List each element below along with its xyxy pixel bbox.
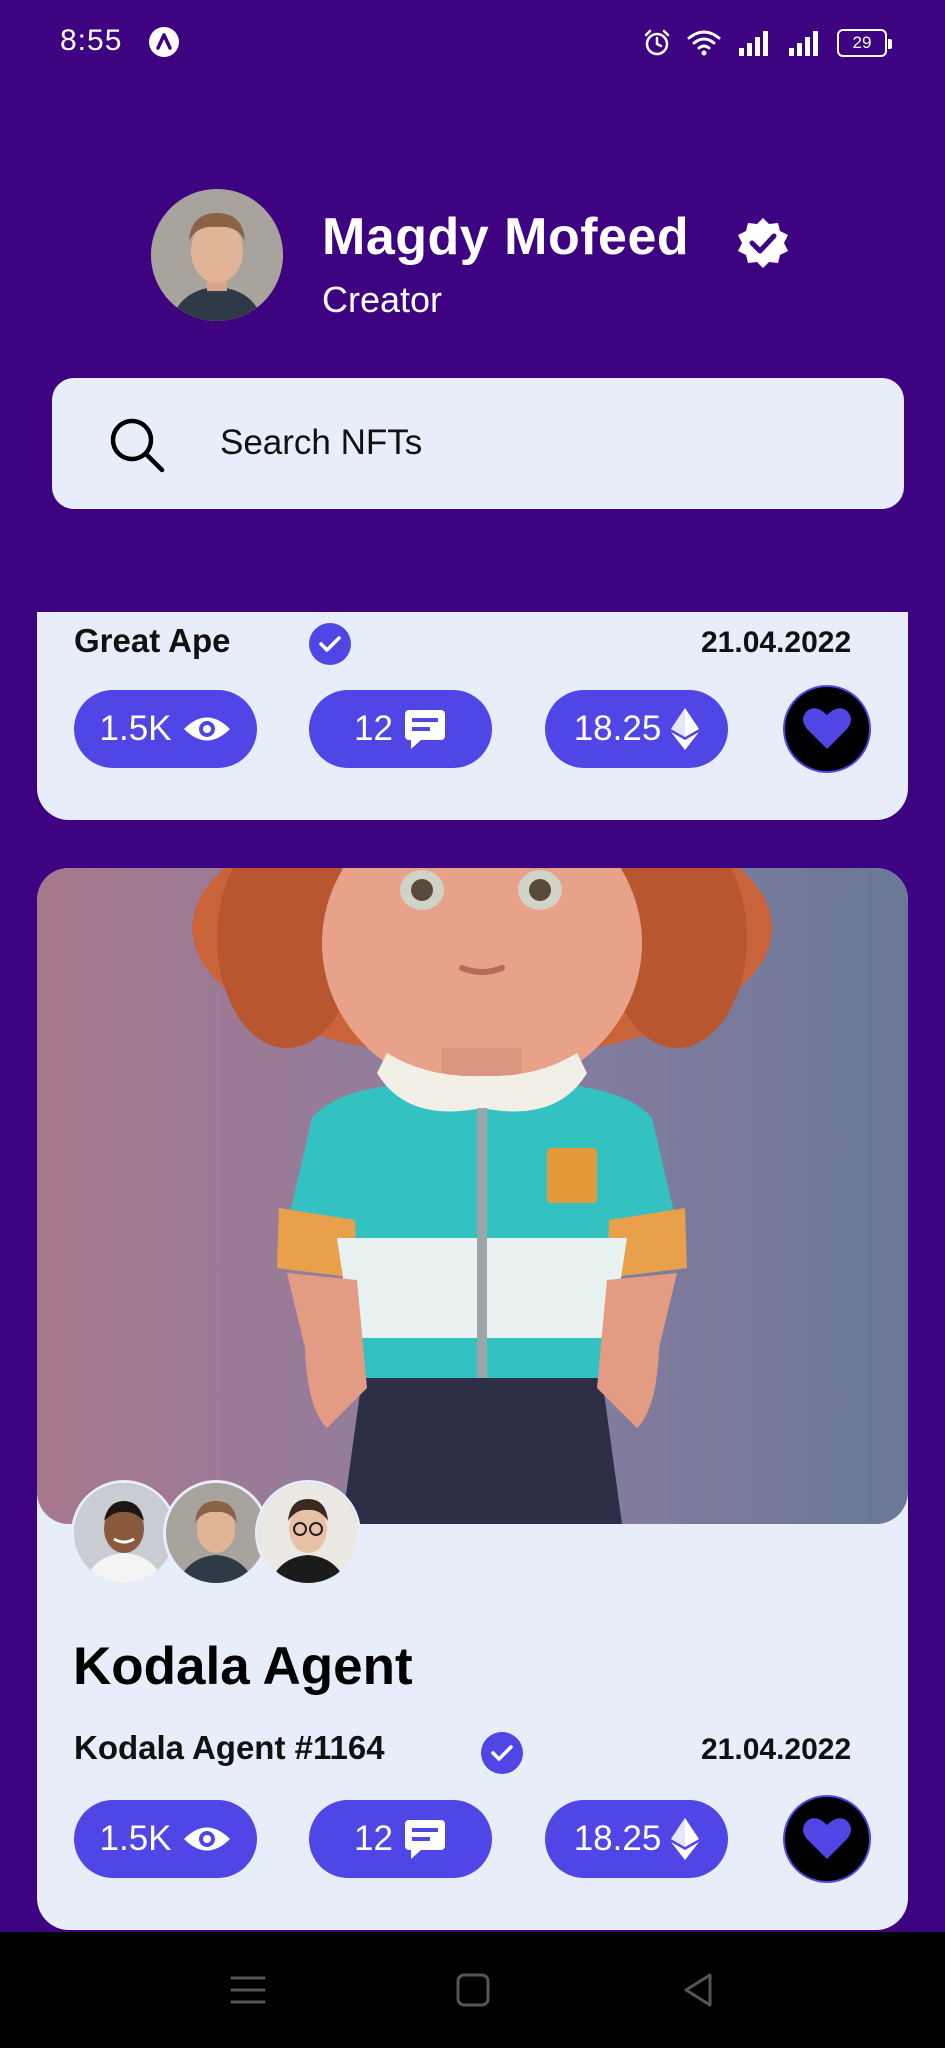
price-value: 18.25 [573, 1819, 662, 1858]
nft-image[interactable] [37, 868, 908, 1524]
owner-avatars [71, 1480, 401, 1588]
nft-card[interactable]: Kodala Agent Kodala Agent #1164 21.04.20… [37, 868, 908, 1930]
system-icons: 29 [643, 26, 892, 60]
views-pill[interactable]: 1.5K [74, 690, 257, 768]
nft-subtitle: Kodala Agent #1164 [74, 1729, 385, 1766]
nft-date: 21.04.2022 [701, 1733, 852, 1766]
app-badge-icon [149, 27, 179, 57]
signal-icon [739, 31, 768, 56]
nft-subtitle: Great Ape [74, 622, 231, 659]
nft-card[interactable]: Great Ape 21.04.2022 1.5K 12 18.25 [37, 612, 908, 820]
system-nav-bar [0, 1932, 945, 2048]
status-time: 8:55 [60, 24, 123, 57]
owner-avatar[interactable] [163, 1480, 269, 1586]
nft-date: 21.04.2022 [701, 626, 852, 659]
comment-icon [404, 1820, 445, 1859]
price-pill[interactable]: 18.25 [545, 690, 728, 768]
ethereum-icon [671, 1818, 700, 1860]
profile-avatar[interactable] [151, 189, 283, 321]
views-count: 1.5K [99, 1819, 172, 1858]
owner-avatar[interactable] [71, 1480, 177, 1586]
eye-icon [183, 717, 230, 741]
menu-icon[interactable] [228, 1970, 268, 2010]
signal-icon [789, 31, 818, 56]
comments-count: 12 [354, 1819, 393, 1858]
verified-badge-icon [738, 218, 788, 268]
views-pill[interactable]: 1.5K [74, 1800, 257, 1878]
search-input[interactable] [220, 408, 820, 478]
comments-count: 12 [354, 709, 393, 748]
battery-icon: 29 [837, 29, 892, 57]
back-triangle-icon[interactable] [678, 1970, 718, 2010]
price-value: 18.25 [573, 709, 662, 748]
owner-avatar[interactable] [255, 1480, 361, 1586]
search-bar[interactable] [52, 378, 904, 509]
home-square-icon[interactable] [453, 1970, 493, 2010]
eye-icon [183, 1827, 230, 1851]
favorite-button[interactable] [783, 1795, 871, 1883]
price-pill[interactable]: 18.25 [545, 1800, 728, 1878]
wifi-icon [687, 30, 721, 56]
status-bar: 8:55 29 [0, 0, 945, 86]
nft-title: Kodala Agent [73, 1637, 413, 1696]
comment-icon [404, 710, 445, 749]
ethereum-icon [671, 708, 700, 750]
comments-pill[interactable]: 12 [309, 690, 492, 768]
profile-role: Creator [322, 279, 443, 320]
check-badge-icon [309, 623, 351, 665]
favorite-button[interactable] [783, 685, 871, 773]
check-badge-icon [481, 1732, 523, 1774]
heart-icon [803, 1818, 851, 1859]
alarm-icon [644, 29, 670, 56]
views-count: 1.5K [99, 709, 172, 748]
profile-name: Magdy Mofeed [322, 208, 690, 266]
search-icon[interactable] [108, 416, 166, 474]
comments-pill[interactable]: 12 [309, 1800, 492, 1878]
heart-icon [803, 708, 851, 749]
